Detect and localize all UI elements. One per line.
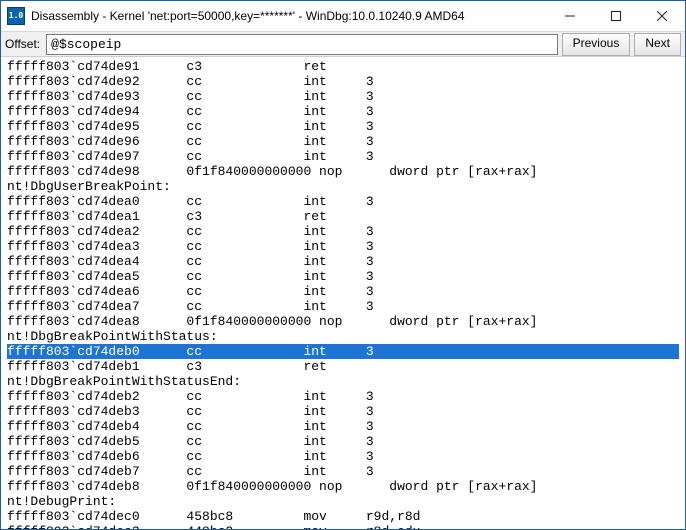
offset-label: Offset: — [5, 37, 42, 51]
disasm-row[interactable]: fffff803`cd74deb0 cc int 3 — [7, 344, 679, 359]
disasm-row[interactable]: fffff803`cd74de91 c3 ret — [7, 59, 679, 74]
symbol-label[interactable]: nt!DebugPrint: — [7, 494, 679, 509]
disasm-row[interactable]: fffff803`cd74de93 cc int 3 — [7, 89, 679, 104]
disasm-row[interactable]: fffff803`cd74deb6 cc int 3 — [7, 449, 679, 464]
titlebar[interactable]: 1.0 Disassembly - Kernel 'net:port=50000… — [1, 1, 685, 32]
disasm-row[interactable]: fffff803`cd74de97 cc int 3 — [7, 149, 679, 164]
offset-input[interactable] — [46, 34, 557, 55]
close-button[interactable] — [639, 1, 685, 31]
symbol-label[interactable]: nt!DbgUserBreakPoint: — [7, 179, 679, 194]
disasm-row[interactable]: fffff803`cd74dea0 cc int 3 — [7, 194, 679, 209]
maximize-icon — [611, 11, 621, 21]
symbol-label[interactable]: nt!DbgBreakPointWithStatus: — [7, 329, 679, 344]
disasm-row[interactable]: fffff803`cd74deb8 0f1f840000000000 nop d… — [7, 479, 679, 494]
disasm-row[interactable]: fffff803`cd74dec3 448bc2 mov r8d,edx — [7, 524, 679, 529]
close-icon — [657, 11, 667, 21]
window-controls — [547, 1, 685, 31]
disasm-row[interactable]: fffff803`cd74dea7 cc int 3 — [7, 299, 679, 314]
next-button[interactable]: Next — [634, 33, 681, 56]
disassembly-window: 1.0 Disassembly - Kernel 'net:port=50000… — [0, 0, 686, 530]
disasm-row[interactable]: fffff803`cd74dea5 cc int 3 — [7, 269, 679, 284]
minimize-button[interactable] — [547, 1, 593, 31]
app-icon: 1.0 — [7, 7, 25, 25]
disasm-row[interactable]: fffff803`cd74dea6 cc int 3 — [7, 284, 679, 299]
disasm-row[interactable]: fffff803`cd74dea1 c3 ret — [7, 209, 679, 224]
toolbar: Offset: Previous Next — [1, 32, 685, 57]
disasm-row[interactable]: fffff803`cd74de98 0f1f840000000000 nop d… — [7, 164, 679, 179]
symbol-label[interactable]: nt!DbgBreakPointWithStatusEnd: — [7, 374, 679, 389]
disasm-row[interactable]: fffff803`cd74de96 cc int 3 — [7, 134, 679, 149]
previous-button[interactable]: Previous — [562, 33, 631, 56]
disasm-row[interactable]: fffff803`cd74de92 cc int 3 — [7, 74, 679, 89]
window-title: Disassembly - Kernel 'net:port=50000,key… — [31, 9, 547, 23]
disasm-row[interactable]: fffff803`cd74deb1 c3 ret — [7, 359, 679, 374]
disassembly-pane[interactable]: fffff803`cd74de91 c3 ret fffff803`cd74de… — [1, 57, 685, 529]
disasm-row[interactable]: fffff803`cd74deb5 cc int 3 — [7, 434, 679, 449]
disasm-row[interactable]: fffff803`cd74dec0 458bc8 mov r9d,r8d — [7, 509, 679, 524]
disasm-row[interactable]: fffff803`cd74deb7 cc int 3 — [7, 464, 679, 479]
minimize-icon — [565, 11, 575, 21]
disasm-row[interactable]: fffff803`cd74dea8 0f1f840000000000 nop d… — [7, 314, 679, 329]
disasm-row[interactable]: fffff803`cd74deb3 cc int 3 — [7, 404, 679, 419]
disasm-row[interactable]: fffff803`cd74de95 cc int 3 — [7, 119, 679, 134]
maximize-button[interactable] — [593, 1, 639, 31]
disasm-row[interactable]: fffff803`cd74de94 cc int 3 — [7, 104, 679, 119]
disasm-row[interactable]: fffff803`cd74dea3 cc int 3 — [7, 239, 679, 254]
disasm-row[interactable]: fffff803`cd74dea4 cc int 3 — [7, 254, 679, 269]
disasm-row[interactable]: fffff803`cd74deb4 cc int 3 — [7, 419, 679, 434]
disasm-row[interactable]: fffff803`cd74deb2 cc int 3 — [7, 389, 679, 404]
disasm-row[interactable]: fffff803`cd74dea2 cc int 3 — [7, 224, 679, 239]
